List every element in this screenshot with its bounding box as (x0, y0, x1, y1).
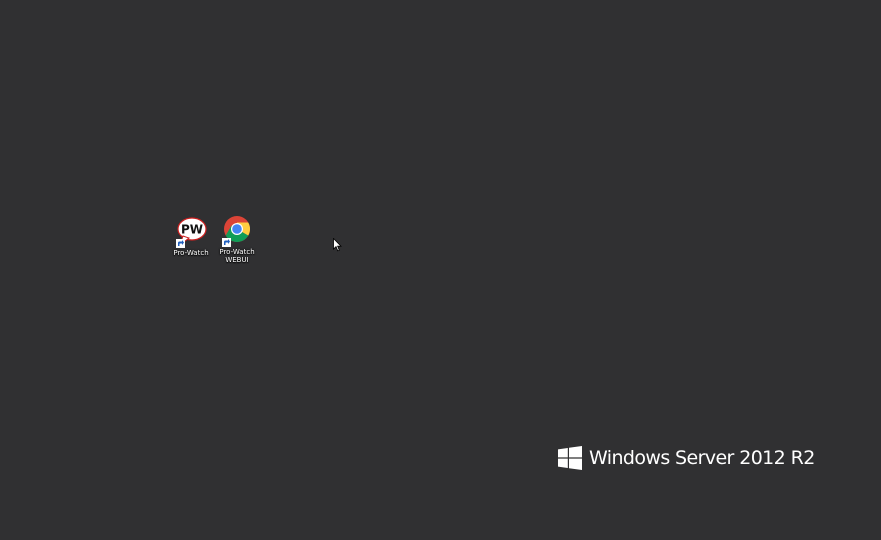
desktop-shortcut-label-line1: Pro-Watch (219, 248, 255, 256)
desktop-shortcut-prowatch[interactable]: PW Pro-Watch (169, 216, 213, 257)
desktop[interactable]: PW Pro-Watch Pro-Watch WEBUI Windows Ser… (0, 0, 881, 540)
svg-text:PW: PW (181, 223, 203, 237)
desktop-shortcut-label-line2: WEBUI (225, 256, 249, 264)
shortcut-arrow-icon (176, 239, 185, 248)
desktop-shortcut-prowatch-webui[interactable]: Pro-Watch WEBUI (215, 215, 259, 264)
shortcut-arrow-icon (222, 238, 231, 247)
mouse-pointer-icon (333, 238, 342, 252)
prowatch-app-icon: PW (175, 216, 207, 248)
chrome-icon (221, 215, 253, 247)
os-branding: Windows Server 2012 R2 (558, 445, 815, 471)
os-branding-text: Windows Server 2012 R2 (589, 447, 815, 469)
desktop-shortcut-label: Pro-Watch (173, 249, 209, 257)
windows-logo-icon (558, 446, 582, 470)
